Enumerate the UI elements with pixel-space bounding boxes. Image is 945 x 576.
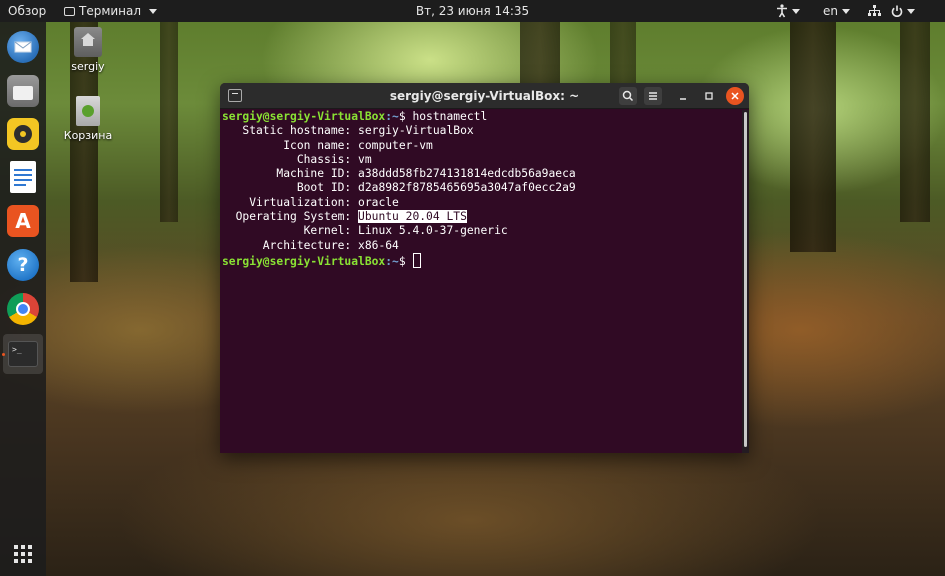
- rhythmbox-icon[interactable]: [7, 118, 39, 150]
- output-row: Operating System: Ubuntu 20.04 LTS: [222, 210, 467, 224]
- app-menu-label: Терминал: [79, 4, 142, 18]
- prompt-user: sergiy@sergiy-VirtualBox: [222, 254, 386, 268]
- language-menu[interactable]: en: [823, 0, 850, 22]
- clock-label[interactable]: Вт, 23 июня 14:35: [416, 4, 529, 18]
- terminal-scrollbar[interactable]: [742, 110, 749, 453]
- terminal-dock-slot[interactable]: >_: [3, 334, 43, 374]
- activities-button[interactable]: Обзор: [8, 0, 46, 22]
- scrollbar-thumb[interactable]: [744, 112, 747, 447]
- thunderbird-icon[interactable]: [7, 31, 39, 63]
- terminal-window[interactable]: sergiy@sergiy-VirtualBox: ~ sergiy@sergi…: [220, 83, 749, 453]
- home-folder-icon: [74, 27, 102, 57]
- show-applications-icon[interactable]: [7, 538, 39, 570]
- prompt-line: sergiy@sergiy-VirtualBox:~$: [222, 252, 742, 268]
- language-label: en: [823, 4, 838, 18]
- accessibility-icon: [777, 4, 787, 18]
- hamburger-icon: [649, 92, 657, 100]
- window-title: sergiy@sergiy-VirtualBox: ~: [389, 89, 580, 103]
- output-row: Machine ID: a38ddd58fb274131814edcdb56a9…: [222, 167, 576, 181]
- close-button[interactable]: [726, 87, 744, 105]
- output-row: Architecture: x86-64: [222, 238, 399, 252]
- writer-icon[interactable]: [10, 161, 36, 193]
- software-icon[interactable]: A: [7, 205, 39, 237]
- help-icon[interactable]: ?: [7, 249, 39, 281]
- terminal-icon: >_: [8, 341, 38, 367]
- network-icon: [868, 5, 881, 16]
- output-row: Kernel: Linux 5.4.0-37-generic: [222, 224, 508, 238]
- desktop-trash[interactable]: Корзина: [53, 96, 123, 142]
- running-indicator: [2, 353, 5, 356]
- terminal-mini-icon: [64, 6, 75, 16]
- output-row: Boot ID: d2a8982f8785465695a3047af0ecc2a…: [222, 181, 576, 195]
- power-icon: [891, 5, 903, 17]
- chevron-down-icon: [149, 8, 158, 14]
- maximize-button[interactable]: [700, 87, 718, 105]
- chrome-icon[interactable]: [7, 293, 39, 325]
- chevron-down-icon: [907, 8, 915, 14]
- prompt-path: :~: [385, 254, 399, 268]
- search-button[interactable]: [619, 87, 637, 105]
- text-cursor: [413, 252, 422, 268]
- output-row: Static hostname: sergiy-VirtualBox: [222, 124, 474, 138]
- output-row: Virtualization: oracle: [222, 195, 399, 209]
- maximize-icon: [705, 92, 713, 100]
- command-text: hostnamectl: [412, 110, 488, 123]
- accessibility-menu[interactable]: [776, 0, 800, 22]
- search-icon: [622, 90, 634, 102]
- dock: A ? >_: [0, 22, 46, 576]
- prompt-path: :~: [385, 110, 399, 123]
- files-icon[interactable]: [7, 75, 39, 107]
- trash-icon: [76, 96, 100, 126]
- app-menu[interactable]: Терминал: [64, 0, 158, 22]
- system-menu[interactable]: [868, 0, 915, 22]
- trash-label: Корзина: [63, 129, 113, 142]
- prompt-user: sergiy@sergiy-VirtualBox: [222, 110, 386, 123]
- command-line: sergiy@sergiy-VirtualBox:~$ hostnamectl: [222, 110, 488, 123]
- selected-text: Ubuntu 20.04 LTS: [358, 210, 467, 224]
- top-bar: Обзор Терминал Вт, 23 июня 14:35 en: [0, 0, 945, 22]
- menu-button[interactable]: [644, 87, 662, 105]
- chevron-down-icon: [792, 8, 800, 14]
- terminal-output[interactable]: sergiy@sergiy-VirtualBox:~$ hostnamectl …: [222, 110, 742, 450]
- desktop-home-folder[interactable]: sergiy: [53, 27, 123, 73]
- close-icon: [731, 92, 739, 100]
- home-folder-label: sergiy: [71, 60, 105, 73]
- output-row: Icon name: computer-vm: [222, 138, 433, 152]
- terminal-titlebar[interactable]: sergiy@sergiy-VirtualBox: ~: [220, 83, 749, 109]
- output-row: Chassis: vm: [222, 152, 372, 166]
- minimize-button[interactable]: [674, 87, 692, 105]
- chevron-down-icon: [842, 8, 850, 14]
- minimize-icon: [680, 98, 686, 100]
